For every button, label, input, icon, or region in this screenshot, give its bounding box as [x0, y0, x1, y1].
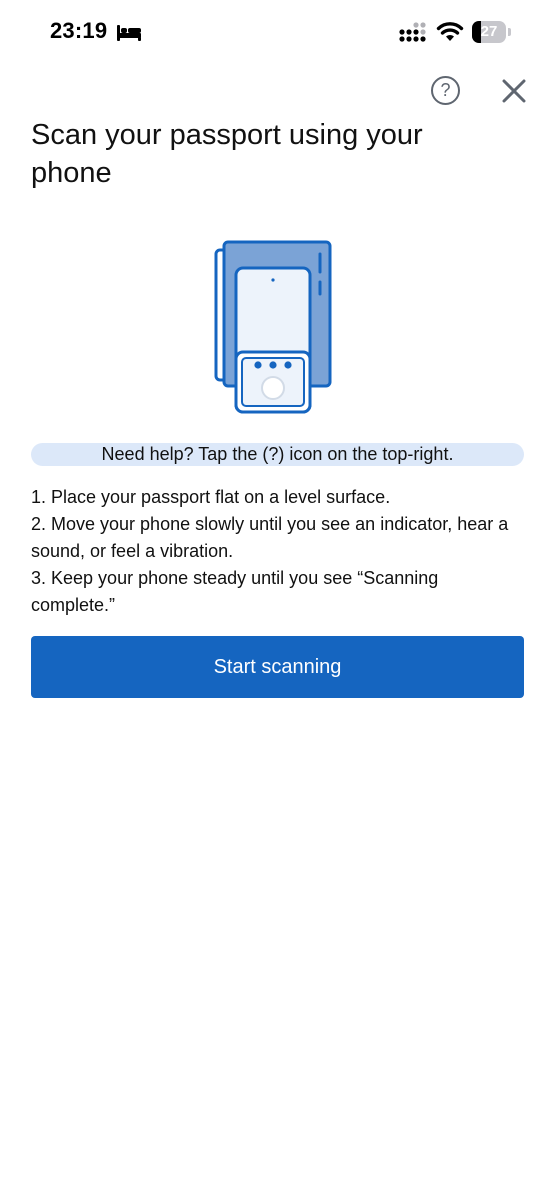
status-bar: 23:19 27 [0, 0, 555, 66]
instruction-step: 3. Keep your phone steady until you see … [31, 568, 439, 615]
cellular-signal-icon [399, 22, 426, 42]
scan-indicator-icon [234, 350, 312, 414]
status-time: 23:19 [50, 18, 108, 43]
battery-body: 27 [472, 21, 506, 43]
start-scanning-button[interactable]: Start scanning [31, 636, 524, 698]
instructions-list: 1. Place your passport flat on a level s… [31, 484, 526, 619]
battery-icon: 27 [472, 21, 512, 43]
close-button[interactable] [500, 77, 528, 105]
battery-level: 27 [480, 23, 498, 40]
help-banner: Need help? Tap the (?) icon on the top-r… [31, 443, 524, 466]
passport-phone-scan-icon [214, 240, 332, 414]
bed-icon [117, 25, 141, 41]
help-icon: ? [440, 80, 451, 100]
instruction-step: 1. Place your passport flat on a level s… [31, 487, 391, 507]
wifi-icon [436, 22, 464, 41]
instruction-step: 2. Move your phone slowly until you see … [31, 514, 509, 561]
help-button[interactable]: ? [431, 76, 460, 105]
page-title: Scan your passport using your phone [31, 119, 423, 189]
close-icon [502, 79, 526, 103]
battery-cap [508, 28, 511, 36]
